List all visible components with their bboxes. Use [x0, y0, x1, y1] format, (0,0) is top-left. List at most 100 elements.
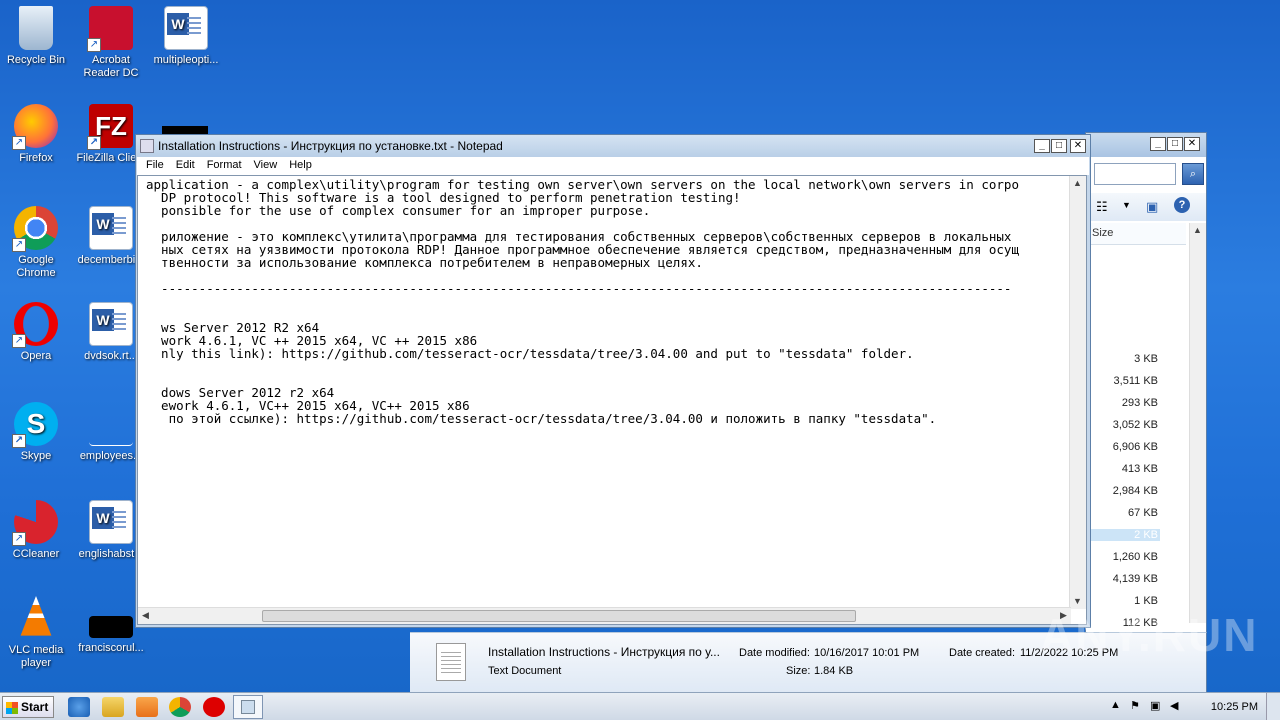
word-document-icon: [89, 302, 133, 346]
system-tray: ▲ ⚑ ▣ ◀ 10:25 PM: [1100, 693, 1280, 720]
file-size-cell[interactable]: 413 KB: [1088, 463, 1158, 475]
chrome-shortcut[interactable]: ↗ Google Chrome: [0, 206, 74, 280]
ccleaner-shortcut[interactable]: ↗ CCleaner: [0, 500, 74, 561]
internet-explorer-icon[interactable]: [68, 697, 90, 717]
chevron-down-icon[interactable]: ▼: [1122, 200, 1131, 210]
opera-icon: ↗: [12, 302, 58, 348]
shortcut-arrow-icon: ↗: [12, 136, 26, 150]
scroll-up-icon[interactable]: ▲: [1190, 223, 1205, 238]
media-player-icon[interactable]: [136, 697, 158, 717]
acrobat-icon: ↗: [87, 6, 133, 52]
search-icon[interactable]: ⌕: [1182, 163, 1204, 185]
file-size-cell[interactable]: 1 KB: [1088, 595, 1158, 607]
desktop-icon-label: Opera: [20, 350, 52, 362]
desktop-icon-label: Acrobat Reader DC: [83, 54, 139, 79]
maximize-button[interactable]: □: [1051, 139, 1067, 153]
desktop-icon-label: Firefox: [19, 152, 53, 164]
shortcut-arrow-icon: ↗: [87, 38, 101, 52]
word-document-icon: [164, 6, 208, 50]
size-value: 1.84 KB: [814, 665, 854, 677]
size-label: Size:: [786, 665, 811, 677]
document-text[interactable]: application - a complex\utility\program …: [138, 176, 1086, 425]
desktop-icon-label: Skype: [20, 450, 52, 462]
network-icon[interactable]: ▣: [1150, 699, 1160, 712]
text-document-icon: [436, 643, 466, 681]
shortcut-arrow-icon: ↗: [12, 238, 26, 252]
menu-format[interactable]: Format: [202, 157, 247, 175]
notepad-taskbar-button[interactable]: [233, 695, 263, 719]
file-size-cell[interactable]: 3,511 KB: [1088, 375, 1158, 387]
flag-icon[interactable]: ⚑: [1130, 699, 1140, 712]
size-column-header[interactable]: Size: [1086, 223, 1186, 245]
details-file-type: Text Document: [488, 665, 562, 677]
horizontal-scrollbar[interactable]: ◀ ▶: [138, 607, 1071, 624]
close-button[interactable]: ✕: [1184, 137, 1200, 151]
preview-pane-icon[interactable]: ▣: [1146, 199, 1158, 215]
file-size-cell[interactable]: 3 KB: [1088, 353, 1158, 365]
explorer-window-controls: _ □ ✕: [1150, 137, 1200, 151]
search-box[interactable]: [1094, 163, 1176, 185]
watermark: ANY.RUN: [1040, 609, 1259, 661]
file-size-cell[interactable]: 6,906 KB: [1088, 441, 1158, 453]
minimize-button[interactable]: _: [1034, 139, 1050, 153]
menu-view[interactable]: View: [249, 157, 283, 175]
opera-shortcut[interactable]: ↗ Opera: [0, 302, 74, 363]
menu-file[interactable]: File: [141, 157, 169, 175]
close-button[interactable]: ✕: [1070, 139, 1086, 153]
volume-icon[interactable]: ◀: [1170, 699, 1178, 712]
minimize-button[interactable]: _: [1150, 137, 1166, 151]
shortcut-arrow-icon: ↗: [12, 434, 26, 448]
desktop-icon-label: CCleaner: [12, 548, 60, 560]
show-hidden-icons-icon[interactable]: ▲: [1110, 699, 1121, 711]
text-editor[interactable]: application - a complex\utility\program …: [137, 175, 1087, 625]
firefox-shortcut[interactable]: ↗ Firefox: [0, 104, 74, 165]
notepad-titlebar[interactable]: Installation Instructions - Инструкция п…: [136, 135, 1090, 157]
vlc-shortcut[interactable]: VLC media player: [0, 596, 74, 670]
file-size-cell[interactable]: 4,139 KB: [1088, 573, 1158, 585]
desktop-icon-label: multipleopti...: [153, 54, 219, 66]
blank-file-icon: [89, 402, 133, 446]
desktop-icon-label: VLC media player: [8, 644, 64, 669]
help-icon[interactable]: ?: [1174, 197, 1190, 213]
recycle-bin-shortcut[interactable]: Recycle Bin: [0, 6, 74, 67]
menu-help[interactable]: Help: [284, 157, 317, 175]
desktop-icon-label: englishabst...: [78, 548, 144, 560]
word-document-icon: [89, 500, 133, 544]
file-size-cell[interactable]: 67 KB: [1088, 507, 1158, 519]
file-size-cell[interactable]: 2,984 KB: [1088, 485, 1158, 497]
skype-shortcut[interactable]: S ↗ Skype: [0, 402, 74, 463]
file-size-cell[interactable]: 3,052 KB: [1088, 419, 1158, 431]
start-button[interactable]: Start: [2, 696, 54, 718]
black-thumbnail-icon: [89, 616, 133, 638]
file-size-cell[interactable]: 1,260 KB: [1088, 551, 1158, 563]
file-explorer-icon[interactable]: [102, 697, 124, 717]
scroll-down-icon[interactable]: ▼: [1070, 594, 1085, 609]
firefox-icon: ↗: [12, 104, 58, 150]
date-modified-label: Date modified:: [739, 647, 810, 659]
notepad-window: Installation Instructions - Инструкция п…: [135, 134, 1091, 628]
ccleaner-icon: ↗: [12, 500, 58, 546]
opera-taskbar-icon[interactable]: [203, 697, 225, 717]
desktop-icon-label: Recycle Bin: [6, 54, 66, 66]
views-icon[interactable]: ☷: [1096, 199, 1108, 215]
file-size-cell[interactable]: 2 KB: [1090, 529, 1160, 541]
vertical-scrollbar[interactable]: ▲ ▼: [1069, 176, 1086, 609]
multipleopti-file[interactable]: multipleopti...: [148, 6, 224, 67]
menu-bar: File Edit Format View Help: [137, 157, 1089, 175]
file-size-cell[interactable]: 293 KB: [1088, 397, 1158, 409]
desktop-icon-label: employees...: [79, 450, 143, 462]
explorer-scrollbar[interactable]: ▲: [1189, 223, 1206, 623]
desktop-icon-label: dvdsok.rt...: [84, 350, 138, 362]
scroll-up-icon[interactable]: ▲: [1070, 176, 1085, 191]
chrome-taskbar-icon[interactable]: [169, 697, 191, 717]
scroll-left-icon[interactable]: ◀: [138, 608, 153, 623]
maximize-button[interactable]: □: [1167, 137, 1183, 151]
acrobat-reader-shortcut[interactable]: ↗ Acrobat Reader DC: [73, 6, 149, 80]
explorer-titlebar: _ □ ✕: [1086, 133, 1206, 157]
menu-edit[interactable]: Edit: [171, 157, 200, 175]
explorer-toolbar: ☷ ▼ ▣ ?: [1086, 193, 1206, 221]
show-desktop-button[interactable]: [1266, 693, 1280, 720]
scroll-thumb[interactable]: [262, 610, 856, 622]
notepad-icon: [140, 139, 154, 153]
clock[interactable]: 10:25 PM: [1211, 701, 1258, 713]
